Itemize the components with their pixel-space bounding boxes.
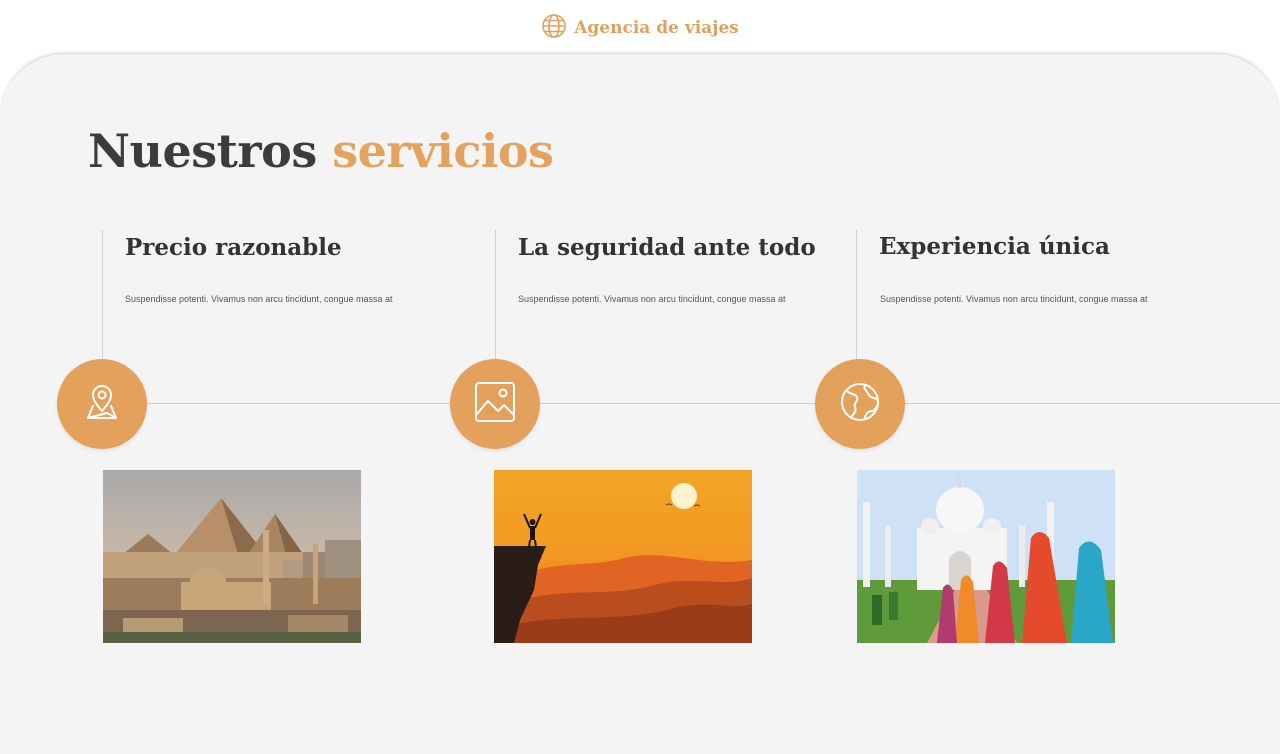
brand-name: Agencia de viajes: [574, 18, 739, 38]
service-description: Suspendisse potenti. Vivamus non arcu ti…: [518, 294, 786, 304]
image-icon: [470, 377, 520, 432]
page-title: Nuestros servicios: [88, 120, 554, 182]
brand[interactable]: Agencia de viajes: [0, 12, 1280, 44]
globe-icon: [835, 377, 885, 432]
service-divider: [856, 230, 857, 360]
map-pin-icon: [77, 377, 127, 432]
service-title: Experiencia única: [879, 233, 1110, 260]
title-part-2: servicios: [332, 124, 554, 178]
taj-mahal-photo: [857, 470, 1115, 643]
pyramids-photo: [103, 470, 361, 643]
service-description: Suspendisse potenti. Vivamus non arcu ti…: [125, 294, 393, 304]
globe-icon: [541, 13, 567, 44]
service-title: Precio razonable: [125, 234, 342, 261]
title-part-1: Nuestros: [88, 124, 317, 178]
sunset-hiker-photo: [494, 470, 752, 643]
service-icon-badge: [815, 359, 905, 449]
service-divider: [102, 230, 103, 360]
timeline-line: [146, 403, 1280, 404]
service-divider: [495, 230, 496, 360]
service-icon-badge: [57, 359, 147, 449]
service-title: La seguridad ante todo: [518, 234, 816, 261]
service-icon-badge: [450, 359, 540, 449]
service-description: Suspendisse potenti. Vivamus non arcu ti…: [880, 294, 1148, 304]
